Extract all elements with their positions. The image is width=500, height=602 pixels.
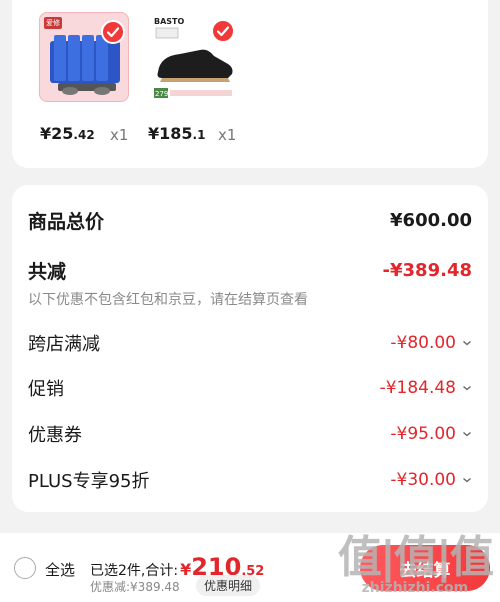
discount-item-value: -¥30.00 xyxy=(390,470,456,490)
select-all-label[interactable]: 全选 xyxy=(45,559,75,580)
product-badge: 279 xyxy=(155,90,168,98)
reduced-value: -¥389.48 xyxy=(382,260,472,281)
checkout-bar: 全选 已选2件,合计: ¥ 210 .52 优惠减:¥389.48 优惠明细 去… xyxy=(0,533,500,602)
chevron-down-icon xyxy=(463,340,471,346)
brand-logo: BASTO xyxy=(154,17,185,26)
product-card: 爱修 BASTO 279 ¥25.42 x1 ¥185.1 x1 xyxy=(12,0,488,168)
selected-count-text: 已选2件,合计: xyxy=(90,563,179,579)
site-watermark: 值|值|值 zhizhizhi.com xyxy=(337,532,494,597)
chevron-down-icon xyxy=(463,431,471,437)
discount-reduced-text: 优惠减:¥389.48 xyxy=(90,580,180,594)
product-2-price: ¥185.1 xyxy=(148,124,206,143)
select-all-radio[interactable] xyxy=(14,557,36,579)
chevron-down-icon xyxy=(463,385,471,391)
reduced-row: 共减 -¥389.48 xyxy=(28,257,472,284)
product-image-1[interactable]: 爱修 xyxy=(39,12,129,102)
product-1-qty: x1 xyxy=(110,126,129,144)
discount-item-cross-store[interactable]: 跨店满减 -¥80.00 xyxy=(28,330,472,356)
discount-item-coupon[interactable]: 优惠券 -¥95.00 xyxy=(28,421,472,447)
total-price-row: 商品总价 ¥600.00 xyxy=(28,207,472,234)
discount-item-promotion[interactable]: 促销 -¥184.48 xyxy=(28,375,472,401)
discount-item-value: -¥95.00 xyxy=(390,424,456,444)
discount-detail-button[interactable]: 优惠明细 xyxy=(196,575,261,596)
product-tag: 爱修 xyxy=(44,17,62,29)
chevron-down-icon xyxy=(463,477,471,483)
reduced-label: 共减 xyxy=(28,261,67,283)
watermark-logo: 值|值|值 xyxy=(337,532,494,583)
product-2-qty: x1 xyxy=(218,126,237,144)
product-image-2[interactable]: BASTO 279 xyxy=(148,12,238,102)
selected-check-icon[interactable] xyxy=(101,20,125,44)
discount-item-label: 优惠券 xyxy=(28,425,82,446)
discount-item-value: -¥80.00 xyxy=(390,333,456,353)
discount-note: 以下优惠不包含红包和京豆，请在结算页查看 xyxy=(28,292,308,308)
total-price-label: 商品总价 xyxy=(28,211,105,233)
discount-item-label: 跨店满减 xyxy=(28,334,100,355)
total-currency: ¥ xyxy=(180,560,192,579)
price-summary-card: 商品总价 ¥600.00 共减 -¥389.48 以下优惠不包含红包和京豆，请在… xyxy=(12,185,488,512)
product-1-price: ¥25.42 xyxy=(40,124,95,143)
total-price-value: ¥600.00 xyxy=(390,210,472,231)
discount-item-label: 促销 xyxy=(28,379,64,400)
discount-item-value: -¥184.48 xyxy=(379,378,456,398)
discount-item-label: PLUS专享95折 xyxy=(28,471,150,492)
selected-check-icon[interactable] xyxy=(211,19,235,43)
discount-item-plus[interactable]: PLUS专享95折 -¥30.00 xyxy=(28,467,472,493)
